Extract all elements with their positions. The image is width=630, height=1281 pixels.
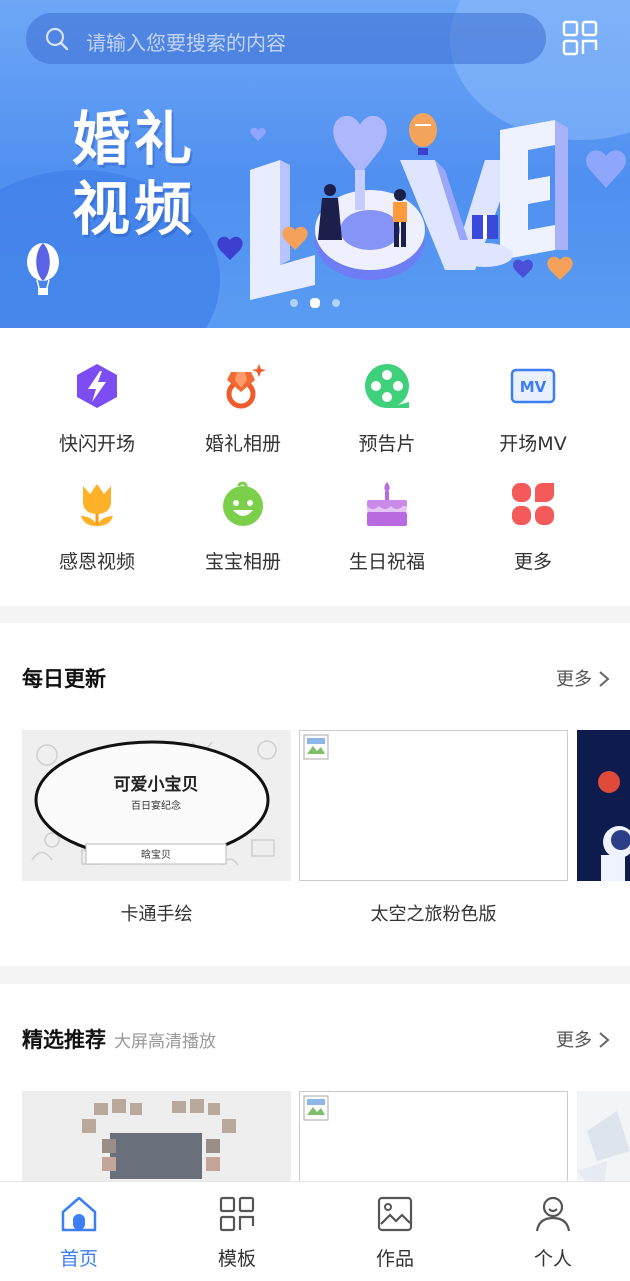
template-card-cartoon[interactable]: 可爱小宝贝 百日宴纪念 晗宝贝 xyxy=(22,730,291,881)
tab-label: 作品 xyxy=(375,1248,414,1270)
category-item-thanks-video[interactable]: 感恩视频 xyxy=(24,480,170,574)
cake-icon xyxy=(367,482,407,526)
category-item-wedding-album[interactable]: 婚礼相册 xyxy=(170,362,316,456)
chevron-right-icon xyxy=(599,671,610,687)
category-item-trailer[interactable]: 预告片 xyxy=(314,362,460,456)
bottom-tab-bar: 首页 模板 作品 个人 xyxy=(0,1181,630,1281)
category-label: 开场MV xyxy=(499,433,567,455)
daily-updates-section: 每日更新 更多 可爱小宝贝 百日宴纪念 晗宝贝 卡通手绘 太空之旅粉色版 xyxy=(0,623,630,966)
lightning-icon xyxy=(77,364,117,408)
more-label: 更多 xyxy=(556,669,592,690)
template-card-space-pink[interactable] xyxy=(299,730,568,881)
cartoon-thumbnail: 可爱小宝贝 百日宴纪念 晗宝贝 xyxy=(22,730,291,881)
tab-label: 模板 xyxy=(217,1248,256,1270)
category-label: 更多 xyxy=(513,551,552,573)
category-grid: 快闪开场 婚礼相册 预告片 MV 开场MV 感恩视频 宝宝相册 生日祝福 更多 xyxy=(0,328,630,606)
tulip-icon xyxy=(81,484,113,526)
category-item-more[interactable]: 更多 xyxy=(460,480,606,574)
scan-grid-icon[interactable] xyxy=(562,20,598,56)
tab-profile[interactable]: 个人 xyxy=(474,1194,630,1271)
category-label: 宝宝相册 xyxy=(204,551,281,573)
section-title: 精选推荐 大屏高清播放 xyxy=(22,1024,216,1054)
card-caption: 太空之旅粉色版 xyxy=(370,904,497,925)
banner-title-line2: 视频 xyxy=(72,175,197,243)
category-label: 婚礼相册 xyxy=(204,433,281,455)
more-apps-icon xyxy=(512,483,554,525)
featured-card-photo-wall[interactable] xyxy=(22,1091,291,1181)
photo-wall-thumbnail xyxy=(22,1091,291,1181)
tab-label: 首页 xyxy=(59,1248,98,1270)
category-item-opening-mv[interactable]: MV 开场MV xyxy=(460,362,606,456)
tab-home[interactable]: 首页 xyxy=(0,1194,158,1271)
search-bar[interactable]: 请输入您要搜索的内容 xyxy=(26,13,546,64)
tab-works[interactable]: 作品 xyxy=(316,1194,474,1271)
search-input[interactable]: 请输入您要搜索的内容 xyxy=(86,27,286,56)
card-caption: 卡通手绘 xyxy=(120,904,193,925)
svg-text:MV: MV xyxy=(520,378,547,396)
tab-label: 个人 xyxy=(533,1248,572,1270)
geometric-thumbnail xyxy=(577,1091,630,1181)
chevron-right-icon xyxy=(599,1032,610,1048)
tab-templates[interactable]: 模板 xyxy=(158,1194,316,1271)
category-label: 预告片 xyxy=(358,433,416,455)
image-icon xyxy=(377,1196,413,1232)
category-label: 快闪开场 xyxy=(58,433,135,455)
thumbnail-tag: 晗宝贝 xyxy=(141,848,171,861)
featured-card-partial[interactable] xyxy=(577,1091,630,1181)
template-grid-icon xyxy=(219,1196,255,1232)
banner-title-line1: 婚礼 xyxy=(72,105,197,173)
space-thumbnail xyxy=(577,730,630,881)
section-title-text: 精选推荐 xyxy=(22,1028,106,1052)
mv-icon: MV xyxy=(510,368,556,404)
category-item-flash-opening[interactable]: 快闪开场 xyxy=(24,362,170,456)
user-icon xyxy=(535,1196,571,1232)
carousel-dot[interactable] xyxy=(290,299,298,307)
carousel-dot-active[interactable] xyxy=(310,298,320,308)
broken-image-icon xyxy=(303,1095,329,1121)
ring-icon xyxy=(226,364,266,409)
more-label: 更多 xyxy=(556,1030,592,1051)
hero-banner[interactable]: 请输入您要搜索的内容 婚礼 视频 xyxy=(0,0,630,328)
broken-image-icon xyxy=(303,734,329,760)
film-reel-icon xyxy=(365,364,409,408)
section-subtitle: 大屏高清播放 xyxy=(114,1032,216,1052)
featured-card-broken[interactable] xyxy=(299,1091,568,1181)
search-icon xyxy=(45,27,69,51)
daily-more-link[interactable]: 更多 xyxy=(556,665,610,691)
thumbnail-subtitle: 百日宴纪念 xyxy=(131,799,181,812)
hot-air-balloon-icon xyxy=(27,243,59,295)
banner-title: 婚礼 视频 xyxy=(72,104,196,244)
category-label: 感恩视频 xyxy=(58,551,135,573)
home-icon xyxy=(61,1196,97,1232)
category-item-baby-album[interactable]: 宝宝相册 xyxy=(170,480,316,574)
category-label: 生日祝福 xyxy=(348,551,425,573)
love-illustration xyxy=(217,113,626,300)
category-item-birthday[interactable]: 生日祝福 xyxy=(314,480,460,574)
featured-section: 精选推荐 大屏高清播放 更多 xyxy=(0,984,630,1181)
featured-more-link[interactable]: 更多 xyxy=(556,1026,610,1052)
carousel-indicator xyxy=(0,298,630,308)
section-title: 每日更新 xyxy=(22,667,106,691)
carousel-dot[interactable] xyxy=(332,299,340,307)
template-card-partial[interactable] xyxy=(577,730,630,881)
thumbnail-title: 可爱小宝贝 xyxy=(114,774,199,795)
baby-icon xyxy=(223,481,263,526)
